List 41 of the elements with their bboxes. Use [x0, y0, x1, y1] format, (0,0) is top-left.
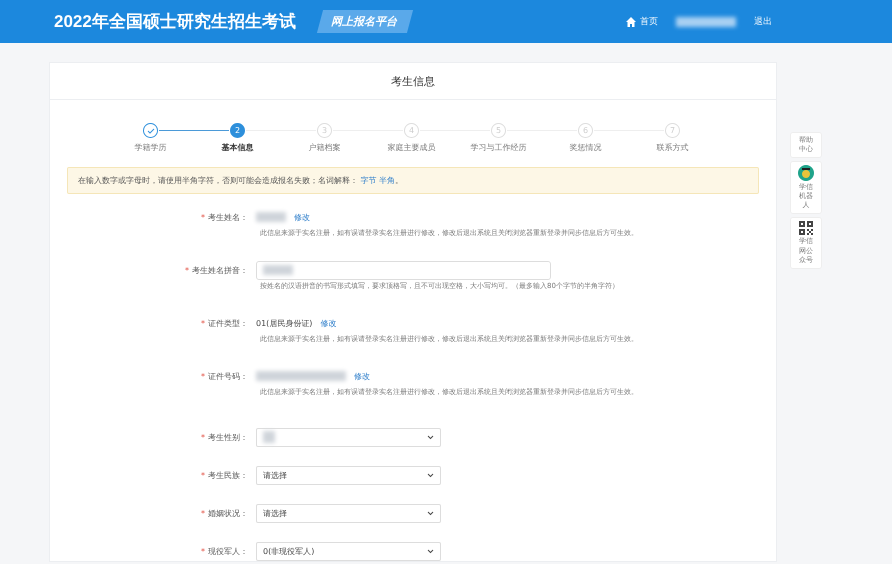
- step-label: 联系方式: [656, 142, 688, 153]
- edit-link[interactable]: 修改: [294, 212, 310, 222]
- field-label: * 婚姻状况：: [200, 508, 249, 518]
- step-indicator: 2: [230, 123, 245, 138]
- chevron-icon: [427, 434, 434, 440]
- qr-code-icon: [799, 221, 813, 236]
- pinyin-input[interactable]: [256, 260, 551, 280]
- site-title: 2022年全国硕士研究生招生考试: [54, 11, 296, 33]
- field-label: * 考生姓名拼音：: [184, 264, 249, 276]
- glossary-link[interactable]: 半角: [379, 176, 396, 185]
- edit-link[interactable]: 修改: [354, 370, 370, 382]
- step-label: 学籍学历: [134, 142, 166, 153]
- card-title: 考生信息: [50, 63, 776, 100]
- home-icon: [626, 16, 636, 26]
- step-label: 学习与工作经历: [470, 142, 526, 153]
- field-label: * 证件类型：: [200, 318, 249, 328]
- redacted-username: [676, 16, 736, 26]
- step-label: 家庭主要成员: [388, 142, 436, 153]
- select-field[interactable]: 请选择: [256, 466, 441, 484]
- nav-link[interactable]: 首页: [626, 15, 658, 28]
- robot-avatar-icon: [798, 165, 814, 182]
- notice-text: 在输入数字或字母时，请使用半角字符，否则可能会造成报名失败；名词解释： 字节 半角。: [78, 175, 404, 186]
- step-label: 户籍档案: [308, 142, 340, 153]
- chevron-icon: [427, 510, 434, 516]
- select-field[interactable]: 0(非现役军人): [256, 542, 441, 560]
- edit-link[interactable]: 修改: [320, 318, 336, 328]
- field-label: * 证件号码：: [200, 370, 249, 382]
- platform-badge: 网上报名平台: [316, 10, 413, 33]
- chevron-icon: [427, 472, 434, 478]
- nav-link[interactable]: 退出: [754, 15, 772, 28]
- select-field[interactable]: [256, 428, 441, 446]
- glossary-link[interactable]: 字节: [360, 176, 377, 185]
- step-label: 奖惩情况: [570, 142, 602, 153]
- step-label: 基本信息: [222, 142, 254, 153]
- field-label: * 考生民族：: [200, 470, 249, 480]
- field-label: * 现役军人：: [200, 546, 249, 556]
- field-value: 01(居民身份证): [256, 318, 312, 328]
- select-field[interactable]: 请选择: [256, 504, 441, 522]
- chevron-icon: [427, 548, 434, 554]
- field-label: * 考生性别：: [200, 432, 249, 442]
- field-label: * 考生姓名：: [200, 212, 249, 222]
